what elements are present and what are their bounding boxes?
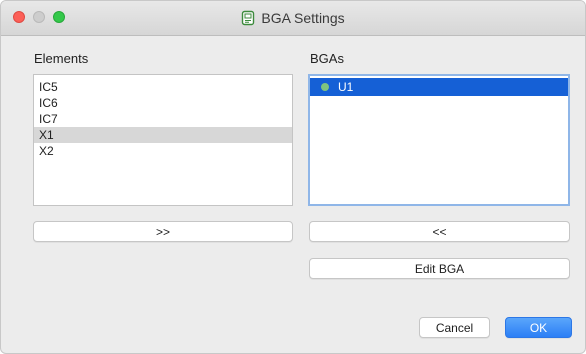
- bga-item-label: U1: [338, 80, 354, 94]
- list-item-selected[interactable]: X1: [34, 127, 292, 143]
- title-bar: BGA Settings: [1, 1, 585, 36]
- edit-bga-button[interactable]: Edit BGA: [309, 258, 570, 279]
- remove-from-bgas-button[interactable]: <<: [309, 221, 570, 242]
- chip-icon: [241, 10, 255, 26]
- add-to-bgas-button[interactable]: >>: [33, 221, 293, 242]
- bgas-list[interactable]: U1: [308, 74, 570, 206]
- window-title-group: BGA Settings: [1, 1, 585, 35]
- list-item[interactable]: IC7: [34, 111, 292, 127]
- list-item[interactable]: X2: [34, 143, 292, 159]
- elements-list[interactable]: IC5 IC6 IC7 X1 X2: [33, 74, 293, 206]
- ok-button[interactable]: OK: [505, 317, 572, 338]
- window-title: BGA Settings: [261, 10, 345, 26]
- list-item[interactable]: IC6: [34, 95, 292, 111]
- status-dot-icon: [321, 83, 329, 91]
- elements-label: Elements: [34, 51, 89, 66]
- bga-list-item-selected[interactable]: U1: [310, 78, 568, 96]
- bga-settings-window: BGA Settings Elements IC5 IC6 IC7 X1 X2 …: [0, 0, 586, 354]
- bgas-label: BGAs: [310, 51, 344, 66]
- cancel-button[interactable]: Cancel: [419, 317, 490, 338]
- list-item[interactable]: IC5: [34, 79, 292, 95]
